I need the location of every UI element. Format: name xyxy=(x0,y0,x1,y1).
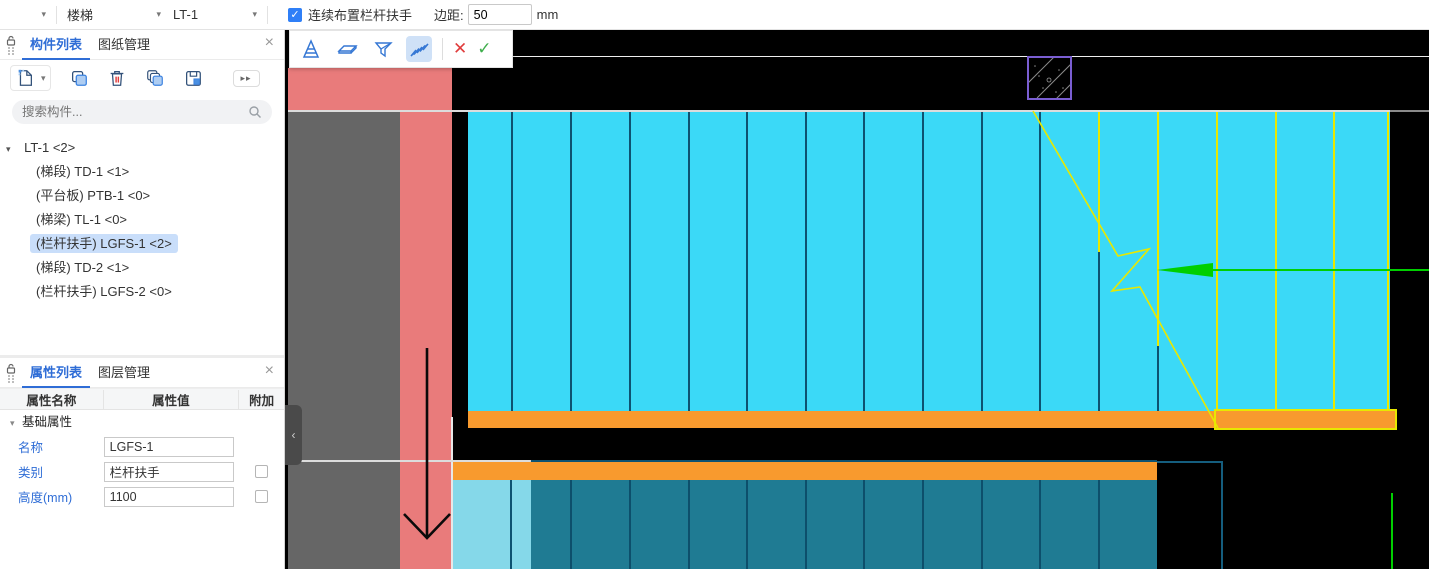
platform-slab-tool[interactable] xyxy=(334,36,360,62)
column-property-name: 属性名称 xyxy=(0,389,104,409)
attach-checkbox[interactable] xyxy=(255,465,269,478)
layer-copy-icon xyxy=(146,70,163,86)
chevron-left-icon: ‹ xyxy=(291,428,296,442)
chevron-down-icon: ▾ xyxy=(41,72,46,83)
platform-slab-icon xyxy=(337,45,358,54)
railing-tool-selected[interactable] xyxy=(406,36,432,62)
tree-item-lt1[interactable]: ▾ LT-1 <2> xyxy=(0,136,284,160)
panel-lock-icon[interactable] xyxy=(0,35,22,55)
search-input[interactable] xyxy=(22,105,248,119)
chevron-down-icon: ▾ xyxy=(156,9,161,19)
tree-item-ptb1[interactable]: (平台板) PTB-1 <0> xyxy=(0,184,284,208)
tab-component-list[interactable]: 构件列表 xyxy=(22,30,91,60)
stair-beam-icon xyxy=(374,42,393,58)
property-table-header: 属性名称 属性值 附加 xyxy=(0,388,284,410)
property-group-basic[interactable]: ▾ 基础属性 xyxy=(0,410,284,434)
save-component-button[interactable] xyxy=(183,68,203,88)
placement-toolbar: ✕ ✓ xyxy=(289,30,513,68)
attach-checkbox[interactable] xyxy=(255,490,269,503)
drawing-canvas[interactable]: ✕ ✓ ‹ xyxy=(285,30,1429,569)
tree-item-td1[interactable]: (梯段) TD-1 <1> xyxy=(0,160,284,184)
tree-item-lgfs2[interactable]: (栏杆扶手) LGFS-2 <0> xyxy=(0,280,284,304)
tab-layer-management[interactable]: 图层管理 xyxy=(90,358,158,388)
divider xyxy=(442,38,443,60)
component-dropdown[interactable]: LT-1 ▾ xyxy=(167,3,263,27)
stair-flight-icon xyxy=(302,39,320,58)
property-row-category: 类别 xyxy=(0,459,284,484)
search-icon xyxy=(249,106,261,118)
panel-collapse-handle[interactable]: ‹ xyxy=(285,405,302,465)
direction-arrowhead-icon xyxy=(1157,263,1213,277)
chevron-down-icon: ▾ xyxy=(41,9,46,19)
component-dropdown-value: LT-1 xyxy=(173,7,199,22)
property-row-height: 高度(mm) xyxy=(0,484,284,509)
component-panel-header: 构件列表 图纸管理 × xyxy=(0,30,284,60)
new-document-icon xyxy=(18,69,32,86)
height-field[interactable] xyxy=(103,486,234,507)
chevron-down-icon: ▾ xyxy=(252,9,257,19)
continuous-railing-checkbox[interactable]: ✓ xyxy=(288,7,302,22)
tab-property-list[interactable]: 属性列表 xyxy=(22,358,91,388)
tree-expand-icon[interactable]: ▾ xyxy=(6,144,11,154)
divider xyxy=(56,5,57,24)
component-search[interactable] xyxy=(12,100,272,124)
column-property-value: 属性值 xyxy=(104,389,240,409)
divider xyxy=(267,5,268,24)
column-attach: 附加 xyxy=(249,393,275,408)
panel-lock-icon[interactable] xyxy=(0,363,22,383)
left-panel: 构件列表 图纸管理 × ▾ ▸▸ 搜索构件... ▾ LT-1 <2> (梯段)… xyxy=(0,30,285,569)
trash-icon xyxy=(110,71,123,86)
property-row-name: 名称 xyxy=(0,434,284,459)
toolbar-expand-button[interactable]: ▸▸ xyxy=(232,69,260,87)
confirm-button[interactable]: ✓ xyxy=(477,39,491,59)
annotation-overlay xyxy=(403,110,1429,569)
name-field[interactable] xyxy=(103,436,234,457)
tree-item-lgfs1-selected[interactable]: (栏杆扶手) LGFS-1 <2> xyxy=(0,232,284,256)
margin-unit: mm xyxy=(536,7,559,22)
category-dropdown-value: 楼梯 xyxy=(67,8,94,23)
empty-dropdown[interactable]: ▾ xyxy=(0,3,52,27)
property-panel-header: 属性列表 图层管理 × xyxy=(0,358,284,388)
copy-component-button[interactable] xyxy=(69,68,89,88)
delete-component-button[interactable] xyxy=(107,68,127,88)
category-field[interactable] xyxy=(103,461,234,482)
stair-flight-tool[interactable] xyxy=(298,36,324,62)
tree-item-td2[interactable]: (梯段) TD-2 <1> xyxy=(0,256,284,280)
margin-input[interactable] xyxy=(467,4,532,25)
cancel-button[interactable]: ✕ xyxy=(453,39,467,59)
stair-beam-tool[interactable] xyxy=(370,36,396,62)
copy-between-floors-button[interactable] xyxy=(145,68,165,88)
new-component-button[interactable]: ▾ xyxy=(10,65,51,91)
tab-drawing-management[interactable]: 图纸管理 xyxy=(90,30,158,60)
component-tree: ▾ LT-1 <2> (梯段) TD-1 <1> (平台板) PTB-1 <0>… xyxy=(0,128,284,304)
close-icon[interactable]: × xyxy=(265,362,274,380)
category-dropdown[interactable]: 楼梯 ▾ xyxy=(61,3,167,27)
margin-label: 边距: xyxy=(434,8,464,23)
component-toolbar: ▾ ▸▸ xyxy=(0,60,284,96)
group-expand-icon[interactable]: ▾ xyxy=(10,418,15,428)
top-toolbar: ▾ 楼梯 ▾ LT-1 ▾ ✓ 连续布置栏杆扶手 边距: mm xyxy=(0,0,1429,30)
tree-item-tl1[interactable]: (梯梁) TL-1 <0> xyxy=(0,208,284,232)
close-icon[interactable]: × xyxy=(265,34,274,52)
copy-icon xyxy=(71,71,87,86)
property-table: 属性名称 属性值 附加 ▾ 基础属性 名称 类别 xyxy=(0,388,284,509)
continuous-railing-label: 连续布置栏杆扶手 xyxy=(308,8,413,23)
app-window: ▾ 楼梯 ▾ LT-1 ▾ ✓ 连续布置栏杆扶手 边距: mm xyxy=(0,0,1429,569)
save-archive-icon xyxy=(185,71,201,86)
railing-icon xyxy=(410,43,429,57)
